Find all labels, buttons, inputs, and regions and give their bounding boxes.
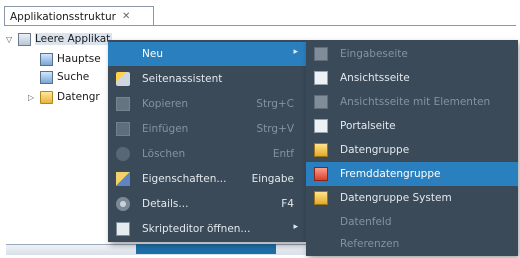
paste-icon — [116, 122, 130, 136]
submenu-item-datengruppe[interactable]: Datengruppe — [306, 138, 518, 162]
menu-item-label: Löschen — [142, 148, 186, 160]
menu-item-shortcut: Eingabe — [251, 173, 294, 185]
menu-item-neu[interactable]: Neu ▸ — [108, 42, 306, 66]
delete-icon — [116, 147, 130, 161]
folder-icon — [40, 90, 53, 104]
page-icon — [40, 52, 53, 66]
menu-item-shortcut: F4 — [281, 198, 294, 210]
page-icon — [40, 70, 53, 84]
menu-item-label: Kopieren — [142, 98, 189, 110]
menu-item-label: Einfügen — [142, 123, 189, 135]
menu-item-label: Fremddatengruppe — [340, 168, 441, 180]
menu-item-skripteditor[interactable]: Skripteditor öffnen... ▸ — [108, 217, 306, 241]
data-group-folder-icon — [314, 143, 328, 157]
submenu-item-ansichtsseite-elemente[interactable]: Ansichtsseite mit Elementen — [306, 90, 518, 114]
view-tab-label: Applikationsstruktur — [10, 10, 116, 23]
menu-item-label: Datengruppe — [340, 144, 410, 156]
menu-item-kopieren[interactable]: Kopieren Strg+C — [108, 92, 306, 116]
menu-item-details[interactable]: Details... F4 — [108, 192, 306, 216]
menu-item-label: Skripteditor öffnen... — [142, 223, 251, 235]
foreign-data-group-icon — [314, 167, 328, 181]
menu-item-label: Ansichtsseite — [340, 72, 410, 84]
close-icon[interactable]: ✕ — [122, 11, 130, 22]
details-gear-icon — [116, 197, 130, 211]
menu-item-label: Portalseite — [340, 120, 396, 132]
script-editor-icon — [116, 222, 130, 236]
tree-item-hauptseite[interactable]: Hauptse — [40, 50, 101, 68]
tree-item-label: Suche — [57, 71, 90, 83]
submenu-item-portalseite[interactable]: Portalseite — [306, 114, 518, 138]
input-page-icon — [314, 47, 328, 61]
menu-item-label: Referenzen — [340, 238, 400, 250]
submenu-item-eingabeseite[interactable]: Eingabeseite — [306, 42, 518, 66]
submenu-arrow-icon: ▸ — [293, 222, 298, 232]
menu-item-label: Eingabeseite — [340, 48, 408, 60]
tree-item-leere-applikation[interactable]: ▽ Leere Applikat — [6, 30, 113, 48]
tree-item-label: Leere Applikat — [35, 33, 113, 45]
properties-icon — [116, 172, 130, 186]
application-icon — [18, 32, 31, 46]
menu-item-shortcut: Strg+V — [256, 123, 294, 135]
menu-item-loeschen[interactable]: Löschen Entf — [108, 142, 306, 166]
menu-item-einfuegen[interactable]: Einfügen Strg+V — [108, 117, 306, 141]
submenu-item-referenzen[interactable]: Referenzen — [306, 232, 518, 256]
tree-collapse-icon[interactable]: ▷ — [28, 93, 37, 102]
menu-item-shortcut: Entf — [272, 148, 294, 160]
wizard-wand-icon — [116, 72, 130, 86]
tree-item-label: Hauptse — [57, 53, 101, 65]
tree-item-label: Datengr — [57, 91, 100, 103]
menu-item-label: Neu — [142, 48, 163, 60]
copy-icon — [116, 97, 130, 111]
tree-item-suche[interactable]: Suche — [40, 68, 89, 86]
menu-item-label: Eigenschaften... — [142, 173, 227, 185]
submenu-arrow-icon: ▸ — [293, 47, 298, 57]
tree-item-datengruppe[interactable]: ▷ Datengr — [28, 88, 100, 106]
view-header-divider — [4, 25, 516, 26]
menu-item-label: Seitenassistent — [142, 73, 223, 85]
submenu-neu: Eingabeseite Ansichtsseite Ansichtsseite… — [306, 40, 518, 256]
menu-item-label: Datenfeld — [340, 216, 392, 228]
menu-item-eigenschaften[interactable]: Eigenschaften... Eingabe — [108, 167, 306, 191]
bottom-tab[interactable] — [136, 244, 276, 254]
menu-item-seitenassistent[interactable]: Seitenassistent — [108, 67, 306, 91]
menu-item-shortcut: Strg+C — [256, 98, 294, 110]
view-tab-applikationsstruktur[interactable]: Applikationsstruktur ✕ — [4, 6, 154, 26]
context-menu: Neu ▸ Seitenassistent Kopieren Strg+C Ei… — [108, 40, 306, 242]
submenu-item-ansichtsseite[interactable]: Ansichtsseite — [306, 66, 518, 90]
view-page-icon — [314, 71, 328, 85]
submenu-item-datenfeld[interactable]: Datenfeld — [306, 210, 518, 234]
menu-item-label: Details... — [142, 198, 189, 210]
menu-item-label: Ansichtsseite mit Elementen — [340, 96, 491, 108]
view-page-elements-icon — [314, 95, 328, 109]
tree-expand-icon[interactable]: ▽ — [6, 35, 15, 44]
submenu-item-datengruppe-system[interactable]: Datengruppe System — [306, 186, 518, 210]
system-data-group-icon — [314, 191, 328, 205]
menu-item-label: Datengruppe System — [340, 192, 452, 204]
submenu-item-fremddatengruppe[interactable]: Fremddatengruppe — [306, 162, 518, 186]
portal-page-icon — [314, 119, 328, 133]
